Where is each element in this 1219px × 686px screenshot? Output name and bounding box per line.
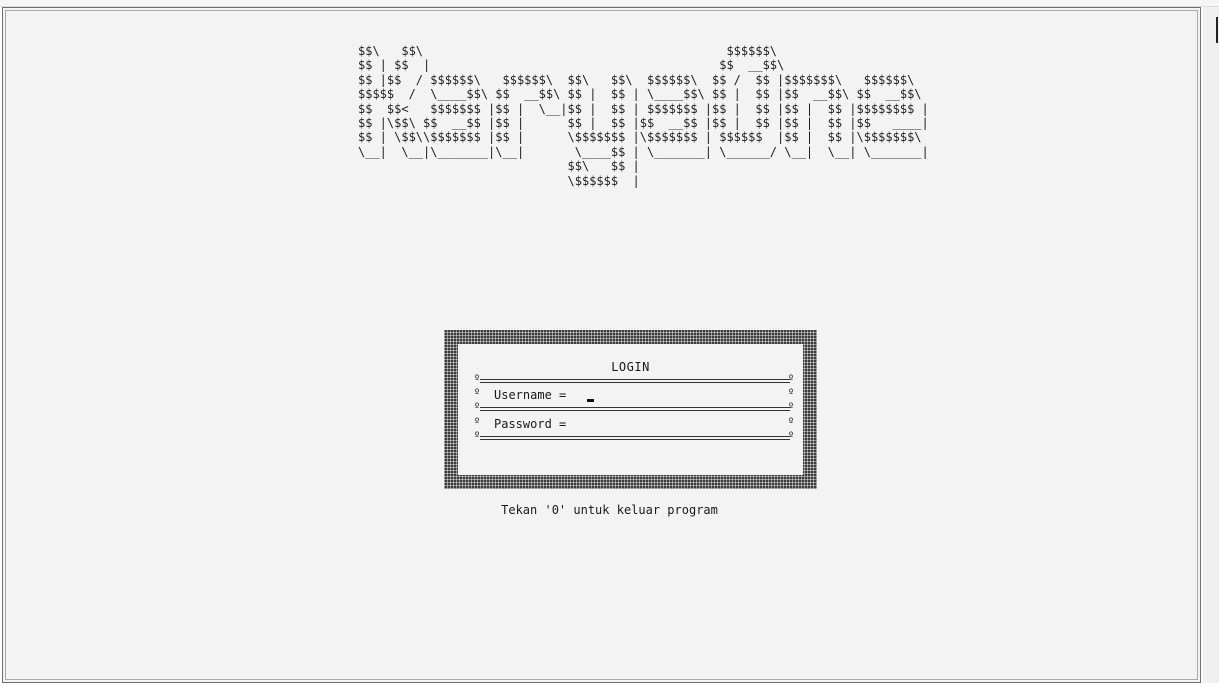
divider-top <box>480 379 790 383</box>
divider-middle <box>480 407 790 411</box>
scrollbar-thumb[interactable] <box>1216 17 1218 43</box>
row-marker: º <box>788 374 795 385</box>
row-marker: º <box>788 402 795 413</box>
username-label: Username = <box>494 388 567 402</box>
row-marker: º <box>474 402 481 413</box>
exit-hint: Tekan '0' untuk keluar program <box>501 503 718 517</box>
login-dialog: LOGIN º º º º º º º º º º Username = Pas… <box>444 330 817 489</box>
window-top-strip <box>0 0 1219 7</box>
row-marker: º <box>474 417 481 428</box>
row-marker: º <box>474 374 481 385</box>
row-marker: º <box>788 417 795 428</box>
username-input-cursor[interactable] <box>587 399 594 402</box>
row-marker: º <box>788 431 795 442</box>
vertical-scrollbar[interactable] <box>1203 7 1219 683</box>
row-marker: º <box>474 388 481 399</box>
row-marker: º <box>788 388 795 399</box>
row-marker: º <box>474 431 481 442</box>
login-title: LOGIN <box>611 360 650 374</box>
password-label: Password = <box>494 417 567 431</box>
ascii-art-banner: $$\ $$\ $$$$$$\ $$ | $$ | $$ __$$\ $$ |$… <box>358 44 929 188</box>
divider-bottom <box>480 436 790 440</box>
login-dialog-body: LOGIN º º º º º º º º º º Username = Pas… <box>458 344 803 475</box>
